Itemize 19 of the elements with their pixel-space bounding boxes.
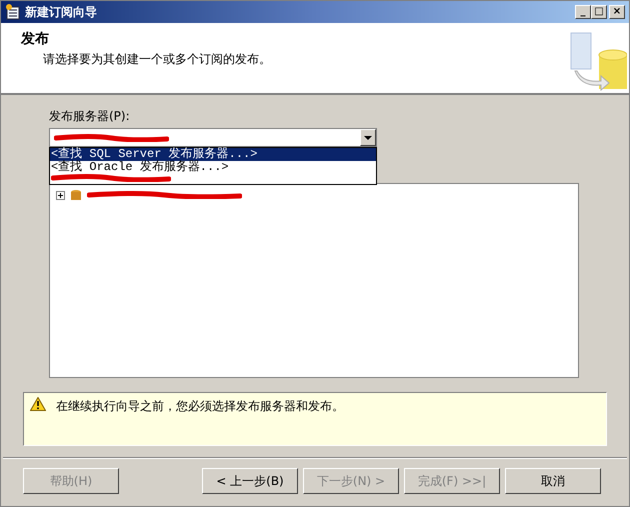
warning-icon [30, 397, 46, 411]
dropdown-option[interactable]: <查找 SQL Server 发布服务器...> [50, 148, 376, 161]
publisher-combo[interactable] [49, 128, 377, 147]
page-subtitle: 请选择要为其创建一个或多个订阅的发布。 [42, 51, 271, 68]
window-control-button[interactable]: □ [591, 5, 607, 19]
wizard-icon [5, 4, 21, 20]
publication-icon [69, 188, 83, 202]
window-control-button[interactable]: × [609, 5, 625, 19]
caret-icon [364, 136, 372, 140]
publisher-label: 发布服务器(P): [49, 108, 131, 125]
wizard-button[interactable]: < 上一步(B) [202, 468, 298, 494]
dropdown-button[interactable] [360, 129, 376, 146]
page-title: 发布 [21, 30, 50, 49]
window-title: 新建订阅向导 [25, 4, 97, 21]
expand-toggle[interactable] [56, 190, 65, 200]
dropdown-option[interactable]: <查找 Oracle 发布服务器...> [50, 161, 376, 174]
window-control-button[interactable]: _ [575, 5, 591, 19]
warning-text: 在继续执行向导之前，您必须选择发布服务器和发布。 [56, 398, 344, 415]
wizard-button[interactable]: 取消 [505, 468, 601, 494]
